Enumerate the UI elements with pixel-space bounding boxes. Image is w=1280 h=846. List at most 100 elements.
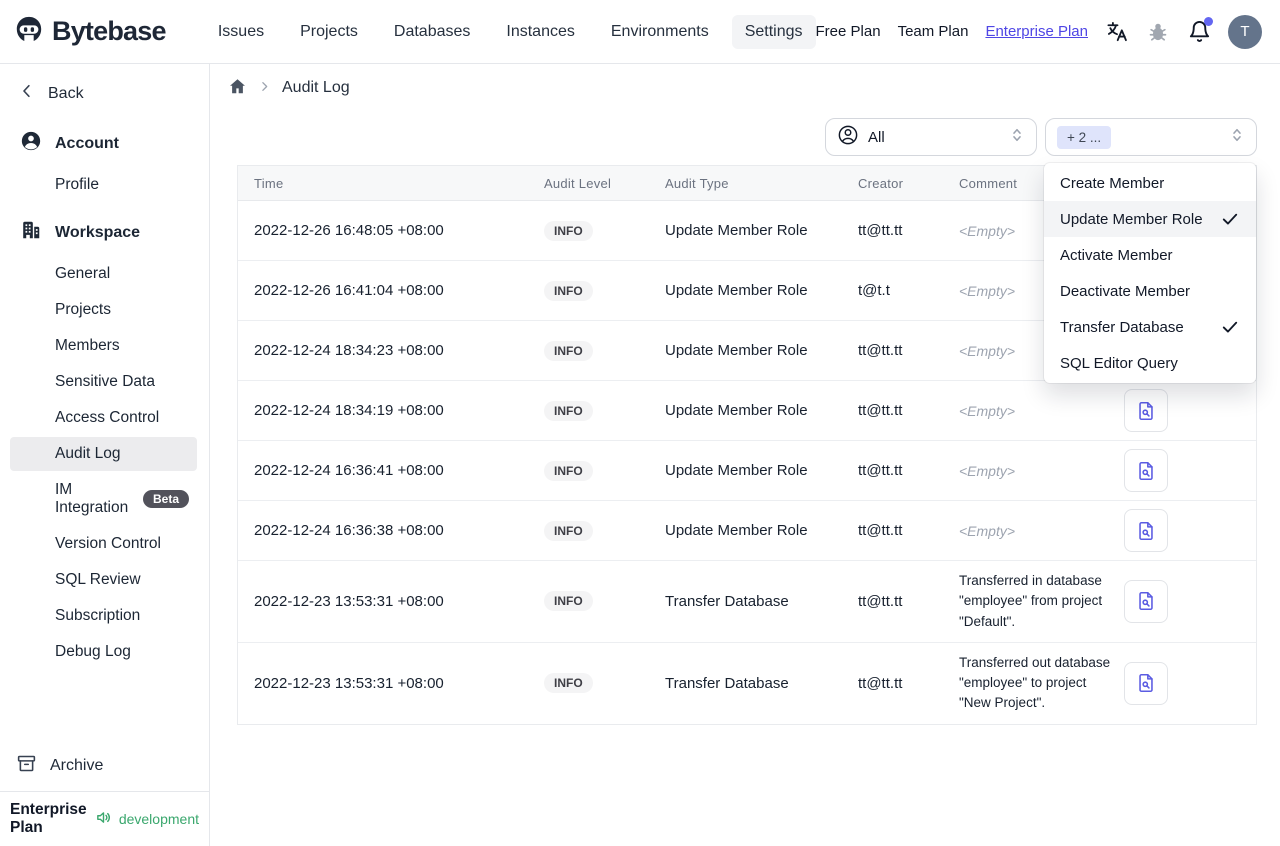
cell-creator: t@t.t <box>858 282 890 299</box>
sidebar-item-debug-log[interactable]: Debug Log <box>10 635 197 669</box>
file-search-icon <box>1139 592 1153 611</box>
menu-item-deactivate-member[interactable]: Deactivate Member <box>1044 273 1256 309</box>
column-header-time: Time <box>254 175 284 191</box>
back-button[interactable]: Back <box>0 72 209 115</box>
nav-item-issues[interactable]: Issues <box>205 15 277 49</box>
cell-creator: tt@tt.tt <box>858 222 903 239</box>
cell-comment: Transferred in database "employee" from … <box>959 573 1103 629</box>
settings-sidebar: Back Account Profile Workspace General P… <box>0 64 210 846</box>
cell-comment: <Empty> <box>959 462 1016 479</box>
home-icon[interactable] <box>228 77 247 100</box>
archive-label: Archive <box>50 757 104 774</box>
cell-creator: tt@tt.tt <box>858 462 903 479</box>
sidebar-item-general[interactable]: General <box>10 257 197 291</box>
nav-item-instances[interactable]: Instances <box>493 15 587 49</box>
check-icon <box>1220 317 1240 337</box>
workspace-section: Workspace General Projects Members Sensi… <box>0 210 209 671</box>
sidebar-item-projects[interactable]: Projects <box>10 293 197 327</box>
table-row: 2022-12-24 16:36:38 +08:00 INFO Update M… <box>238 501 1256 561</box>
sidebar-item-access-control[interactable]: Access Control <box>10 401 197 435</box>
sidebar-item-subscription[interactable]: Subscription <box>10 599 197 633</box>
menu-item-label: Activate Member <box>1060 246 1173 264</box>
creator-filter-select[interactable]: All <box>825 118 1037 156</box>
enterprise-plan-link[interactable]: Enterprise Plan <box>985 23 1088 40</box>
cell-audit-type: Update Member Role <box>665 522 808 539</box>
cell-creator: tt@tt.tt <box>858 592 903 610</box>
level-badge: INFO <box>544 340 593 361</box>
nav-item-projects[interactable]: Projects <box>287 15 371 49</box>
cell-comment: <Empty> <box>959 402 1016 419</box>
check-icon <box>1220 209 1240 229</box>
chevron-left-icon <box>18 82 36 105</box>
current-plan-label: Enterprise Plan <box>10 801 87 836</box>
nav-item-databases[interactable]: Databases <box>381 15 484 49</box>
file-search-icon <box>1139 461 1153 480</box>
avatar[interactable]: T <box>1228 14 1262 49</box>
building-icon <box>20 219 42 246</box>
cell-audit-type: Update Member Role <box>665 222 808 239</box>
notification-dot <box>1204 16 1213 26</box>
sidebar-item-members[interactable]: Members <box>10 329 197 363</box>
cell-time: 2022-12-23 13:53:31 +08:00 <box>254 592 444 610</box>
nav-item-environments[interactable]: Environments <box>598 15 722 49</box>
level-badge: INFO <box>544 460 593 481</box>
level-badge: INFO <box>544 220 593 241</box>
audit-type-menu: Create Member Update Member Role Activat… <box>1044 163 1256 383</box>
team-plan-link[interactable]: Team Plan <box>898 23 969 40</box>
cell-comment: <Empty> <box>959 522 1016 539</box>
environment-label[interactable]: development <box>119 811 199 827</box>
view-payload-button[interactable] <box>1124 509 1168 552</box>
workspace-section-header: Workspace <box>0 210 209 255</box>
menu-item-update-member-role[interactable]: Update Member Role <box>1044 201 1256 237</box>
sidebar-item-version-control[interactable]: Version Control <box>10 527 197 561</box>
table-row: 2022-12-24 18:34:19 +08:00 INFO Update M… <box>238 381 1256 441</box>
cell-time: 2022-12-26 16:48:05 +08:00 <box>254 222 444 239</box>
account-section-header: Account <box>0 121 209 166</box>
menu-item-sql-editor-query[interactable]: SQL Editor Query <box>1044 345 1256 381</box>
audit-type-filter-select[interactable]: + 2 ... Create Member Update Member Role <box>1044 118 1257 383</box>
menu-item-label: Create Member <box>1060 174 1165 192</box>
level-badge: INFO <box>544 673 593 694</box>
cell-audit-type: Transfer Database <box>665 592 789 610</box>
translate-icon[interactable] <box>1105 20 1129 44</box>
menu-item-label: Update Member Role <box>1060 210 1203 228</box>
breadcrumb: Audit Log <box>228 75 1257 101</box>
breadcrumb-current[interactable]: Audit Log <box>282 79 350 97</box>
view-payload-button[interactable] <box>1124 661 1168 705</box>
view-payload-button[interactable] <box>1124 389 1168 432</box>
sidebar-item-sql-review[interactable]: SQL Review <box>10 563 197 597</box>
bytebase-logo[interactable]: Bytebase <box>14 15 205 49</box>
free-plan-link[interactable]: Free Plan <box>816 23 881 40</box>
sidebar-item-audit-log[interactable]: Audit Log <box>10 437 197 471</box>
column-header-audit-type: Audit Type <box>665 175 729 191</box>
audit-type-filter-tag: + 2 ... <box>1057 125 1112 149</box>
sidebar-item-sensitive-data[interactable]: Sensitive Data <box>10 365 197 399</box>
account-section: Account Profile <box>0 121 209 204</box>
chevron-up-down-icon <box>1228 126 1246 148</box>
cell-time: 2022-12-24 16:36:38 +08:00 <box>254 522 444 539</box>
breadcrumb-chevron-icon <box>258 80 271 97</box>
menu-item-transfer-database[interactable]: Transfer Database <box>1044 309 1256 345</box>
cell-comment: Transferred out database "employee" to p… <box>959 654 1111 711</box>
view-payload-button[interactable] <box>1124 449 1168 492</box>
chevron-up-down-icon <box>1008 126 1026 148</box>
cell-time: 2022-12-24 18:34:23 +08:00 <box>254 342 444 359</box>
main-nav: Issues Projects Databases Instances Envi… <box>205 14 816 49</box>
view-payload-button[interactable] <box>1124 579 1168 623</box>
filter-bar: All + 2 ... Create Member Update Member … <box>228 118 1257 383</box>
user-circle-icon <box>20 130 42 157</box>
menu-item-create-member[interactable]: Create Member <box>1044 165 1256 201</box>
nav-item-settings[interactable]: Settings <box>731 14 816 49</box>
level-badge: INFO <box>544 520 593 541</box>
beta-badge: Beta <box>142 490 189 508</box>
level-badge: INFO <box>544 591 593 612</box>
archive-button[interactable]: Archive <box>0 743 209 791</box>
im-integration-label: IM Integration <box>55 481 129 516</box>
bug-icon[interactable] <box>1146 20 1170 44</box>
sidebar-item-profile[interactable]: Profile <box>10 168 197 202</box>
sidebar-item-im-integration[interactable]: IM Integration Beta <box>10 473 197 525</box>
menu-item-activate-member[interactable]: Activate Member <box>1044 237 1256 273</box>
level-badge: INFO <box>544 280 593 301</box>
table-row: 2022-12-23 13:53:31 +08:00 INFO Transfer… <box>238 561 1256 643</box>
bell-icon[interactable] <box>1187 16 1213 44</box>
